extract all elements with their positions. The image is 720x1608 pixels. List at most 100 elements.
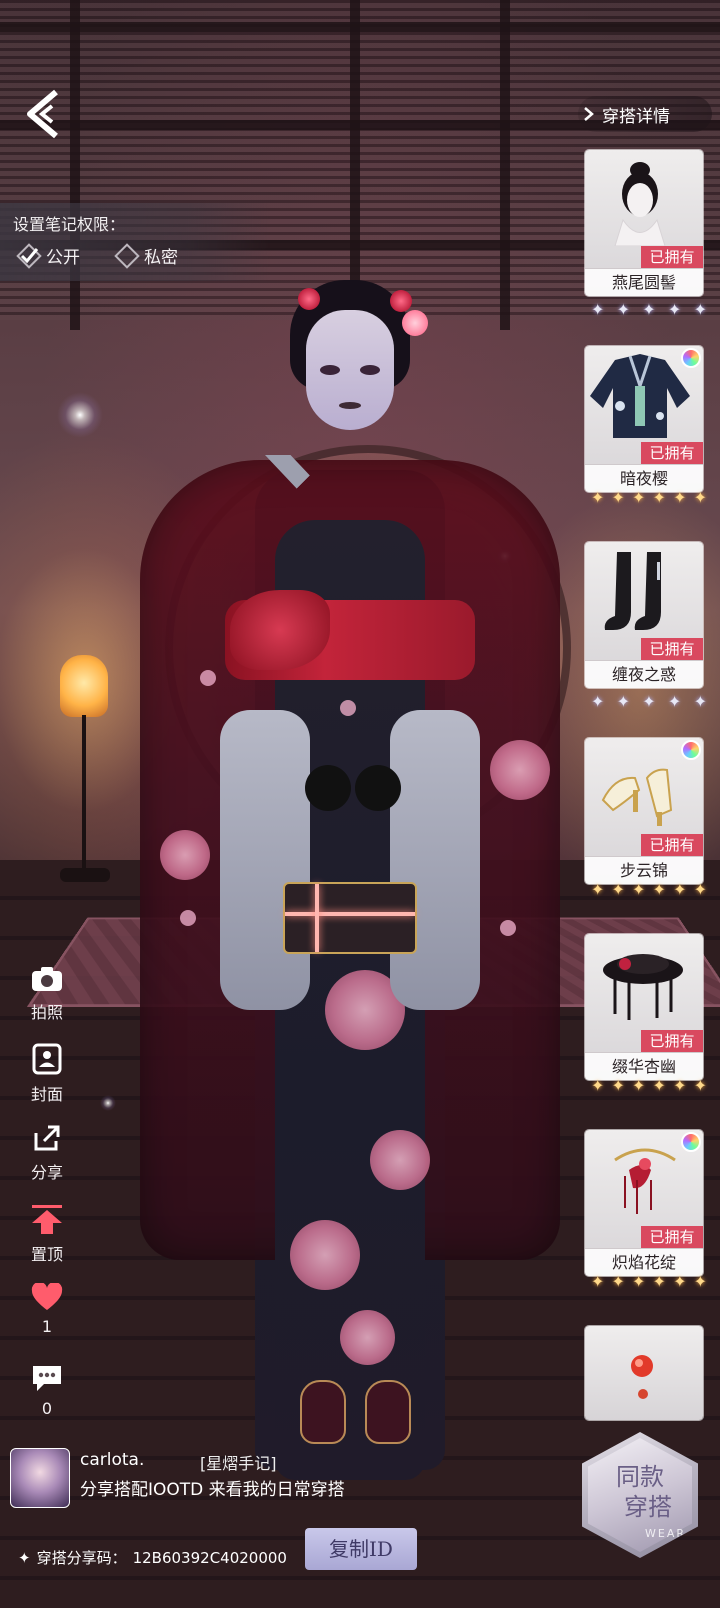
hair-flower	[298, 288, 320, 310]
hair-flower	[390, 290, 412, 312]
right-sleeve	[390, 710, 480, 1010]
lamp-pole	[82, 715, 86, 875]
comment-count: 0	[41, 1399, 53, 1418]
cover-label: 封面	[30, 1085, 63, 1104]
like-count: 1	[41, 1317, 53, 1336]
same-outfit-label-line2: 穿搭	[624, 1493, 672, 1521]
blossom-pattern	[180, 910, 196, 926]
character-model[interactable]	[140, 270, 560, 1480]
camera-icon	[32, 967, 62, 991]
blossom-pattern	[200, 670, 216, 686]
item-name: 缠夜之惑	[585, 660, 703, 688]
sparkle-effect	[100, 1095, 116, 1111]
permission-public-option[interactable]: 公开	[16, 242, 80, 269]
comment-icon	[33, 1366, 61, 1391]
pin-top-icon	[32, 1205, 62, 1234]
lantern-lamp	[60, 655, 108, 717]
back-chevron-icon	[27, 89, 58, 139]
peony-pattern	[490, 740, 550, 800]
owned-badge: 已拥有	[641, 638, 703, 660]
item-card-stockings[interactable]: 已拥有 缠夜之惑	[585, 542, 703, 688]
share-button[interactable]: 分享	[22, 1123, 72, 1183]
peony-pattern	[370, 1130, 430, 1190]
permission-private-label: 私密	[144, 248, 178, 268]
left-shoe	[300, 1380, 346, 1444]
note-tag: [星熠手记]	[200, 1454, 277, 1473]
chevron-right-icon	[584, 107, 594, 121]
item-card-kimono[interactable]: 已拥有 暗夜樱	[585, 346, 703, 492]
avatar[interactable]	[10, 1448, 70, 1508]
copy-id-button[interactable]: 复制ID	[305, 1528, 417, 1570]
permission-private-option[interactable]: 私密	[114, 242, 178, 269]
blossom-pattern	[500, 920, 516, 936]
item-stars: ✦ ✦ ✦ ✦ ✦ ✦	[591, 1076, 707, 1095]
item-stars: ✦ ✦ ✦ ✦ ✦ ✦	[591, 488, 707, 507]
like-button[interactable]: 1	[22, 1283, 72, 1336]
rainbow-quality-icon	[681, 1132, 701, 1152]
item-card-shoes[interactable]: 已拥有 步云锦	[585, 738, 703, 884]
left-eye	[320, 365, 340, 375]
right-glove	[355, 765, 401, 811]
right-shoe	[365, 1380, 411, 1444]
outfit-detail-label: 穿搭详情	[602, 106, 670, 127]
earring-icon	[631, 1355, 653, 1399]
peony-pattern	[160, 830, 210, 880]
handbag	[283, 882, 417, 954]
stockings-icon	[604, 552, 661, 630]
back-button[interactable]	[22, 88, 68, 140]
item-stars: ✦ ✦ ✦ ✦ ✦ ✦	[591, 1272, 707, 1291]
heart-icon	[31, 1283, 63, 1310]
lips	[339, 402, 361, 409]
author-info: carlota. [星熠手记] 分享搭配IOOTD 来看我的日常穿搭	[10, 1448, 570, 1508]
outfit-detail-link[interactable]: 穿搭详情	[578, 96, 712, 132]
comment-button[interactable]: 0	[22, 1363, 72, 1418]
item-card-hairstyle[interactable]: 已拥有 燕尾圆髻	[585, 150, 703, 296]
same-outfit-label: 同款 穿搭	[582, 1462, 698, 1522]
hat-icon	[603, 954, 683, 1020]
item-stars: ✦ ✦ ✦ ✦ ✦ ✦	[591, 880, 707, 899]
item-card-hair-ornament[interactable]: 已拥有 炽焰花绽	[585, 1130, 703, 1276]
share-icon	[34, 1125, 60, 1151]
left-sleeve	[220, 710, 310, 1010]
hairstyle-icon	[614, 162, 666, 247]
rainbow-quality-icon	[681, 740, 701, 760]
username[interactable]: carlota.	[80, 1450, 144, 1470]
checked-diamond-icon	[16, 242, 42, 269]
photo-button[interactable]: 拍照	[22, 965, 72, 1023]
owned-badge: 已拥有	[641, 442, 703, 464]
left-glove	[305, 765, 351, 811]
item-stars: ✦ ✦ ✦ ✦ ✦	[591, 692, 707, 711]
note-description: 分享搭配IOOTD 来看我的日常穿搭	[80, 1480, 345, 1500]
lamp-base	[60, 868, 110, 882]
photo-label: 拍照	[30, 1003, 63, 1022]
item-card-hat[interactable]: 已拥有 缀华杏幽	[585, 934, 703, 1080]
item-stars: ✦ ✦ ✦ ✦ ✦	[591, 300, 707, 319]
obi-bow	[230, 590, 330, 670]
cover-icon	[32, 1043, 62, 1075]
share-code-label: 穿搭分享码：	[36, 1549, 127, 1567]
permission-public-label: 公开	[46, 248, 80, 268]
cover-button[interactable]: 封面	[22, 1043, 72, 1105]
item-card-earring[interactable]	[585, 1326, 703, 1420]
sparkle-icon: ✦	[18, 1548, 31, 1567]
ceiling-beam	[0, 22, 720, 32]
share-label: 分享	[30, 1163, 63, 1182]
item-name: 燕尾圆髻	[585, 268, 703, 296]
sparkle-effect	[57, 392, 103, 438]
blossom-pattern	[340, 700, 356, 716]
share-code-value: 12B60392C4020000	[132, 1548, 287, 1567]
peony-pattern	[290, 1220, 360, 1290]
peony-pattern	[340, 1310, 395, 1365]
unchecked-diamond-icon	[114, 242, 140, 269]
pin-top-label: 置顶	[30, 1245, 63, 1264]
owned-badge: 已拥有	[641, 246, 703, 268]
note-permission-panel: 设置笔记权限： 公开 私密	[0, 203, 270, 281]
owned-badge: 已拥有	[641, 1226, 703, 1248]
right-eye	[360, 365, 380, 375]
owned-badge: 已拥有	[641, 834, 703, 856]
same-outfit-label-line1: 同款	[616, 1463, 664, 1491]
owned-badge: 已拥有	[641, 1030, 703, 1052]
pin-top-button[interactable]: 置顶	[22, 1203, 72, 1265]
permission-title: 设置笔记权限：	[13, 215, 126, 234]
hair-flower	[402, 310, 428, 336]
